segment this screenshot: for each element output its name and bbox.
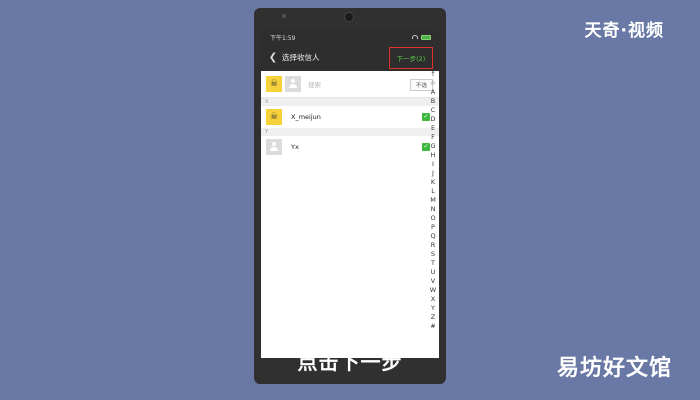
- contact-name: X_meijun: [291, 113, 321, 121]
- index-letter[interactable]: R: [431, 241, 436, 250]
- status-time: 下午1:59: [270, 34, 296, 42]
- index-letter[interactable]: K: [431, 178, 435, 187]
- avatar: ☠: [266, 109, 282, 125]
- index-letter[interactable]: T: [431, 259, 435, 268]
- index-letter[interactable]: F: [431, 133, 435, 142]
- top-bar: ❮ 选择收信人 下一步(2): [261, 44, 439, 71]
- search-input[interactable]: 搜索: [308, 79, 321, 89]
- avatar: [266, 139, 282, 155]
- index-letter[interactable]: H: [431, 151, 436, 160]
- index-letter[interactable]: A: [431, 88, 435, 97]
- front-camera: [344, 12, 354, 22]
- index-letter[interactable]: U: [431, 268, 436, 277]
- next-step-button[interactable]: 下一步(2): [389, 47, 433, 69]
- index-letter[interactable]: L: [431, 187, 435, 196]
- index-letter[interactable]: I: [432, 160, 434, 169]
- index-letter[interactable]: ↑: [430, 70, 435, 79]
- index-letter[interactable]: J: [432, 169, 434, 178]
- phone-frame: 下午1:59 ❮ 选择收信人 下一步(2) ☠ 搜索 不选 X ☠ X_meij…: [254, 8, 446, 384]
- index-letter[interactable]: P: [431, 223, 435, 232]
- alphabet-index[interactable]: ↑ ☆ A B C D E F G H I J K L M N O P Q R S T U V W X Y Z #: [429, 70, 437, 331]
- avatar-glyph-icon: ☠: [269, 79, 279, 89]
- index-letter[interactable]: ☆: [430, 79, 436, 88]
- index-letter[interactable]: Y: [431, 304, 435, 313]
- person-icon: [288, 79, 298, 89]
- index-letter[interactable]: D: [430, 115, 435, 124]
- index-letter[interactable]: Z: [431, 313, 435, 322]
- index-letter[interactable]: V: [431, 277, 435, 286]
- index-letter[interactable]: O: [430, 214, 435, 223]
- index-letter[interactable]: S: [431, 250, 435, 259]
- index-letter[interactable]: E: [431, 124, 435, 133]
- index-letter[interactable]: G: [430, 142, 435, 151]
- watermark-bottom: 易坊好文馆: [556, 356, 672, 381]
- index-letter[interactable]: W: [430, 286, 436, 295]
- phone-screen: 下午1:59 ❮ 选择收信人 下一步(2) ☠ 搜索 不选 X ☠ X_meij…: [261, 30, 439, 358]
- index-letter[interactable]: C: [431, 106, 436, 115]
- index-letter[interactable]: Q: [430, 232, 435, 241]
- index-letter[interactable]: X: [431, 295, 435, 304]
- sensor-dot: [282, 14, 286, 18]
- group-header-y: Y: [261, 128, 439, 136]
- battery-icon: [421, 34, 431, 40]
- selected-avatar-yx[interactable]: [285, 76, 301, 92]
- contact-name: Yx: [291, 143, 299, 151]
- index-letter[interactable]: N: [431, 205, 436, 214]
- status-bar: 下午1:59: [261, 30, 439, 44]
- contact-row-x-meijun[interactable]: ☠ X_meijun ✓: [261, 106, 439, 128]
- watermark-top: 天奇·视频: [584, 21, 664, 41]
- index-letter[interactable]: #: [430, 322, 435, 331]
- search-row: ☠ 搜索 不选: [261, 71, 439, 98]
- group-header-x: X: [261, 98, 439, 106]
- index-letter[interactable]: B: [431, 97, 435, 106]
- contact-row-yx[interactable]: Yx ✓: [261, 136, 439, 158]
- wifi-icon: [412, 35, 418, 39]
- chevron-left-icon[interactable]: ❮: [261, 52, 279, 63]
- status-icons: [412, 34, 431, 40]
- person-icon: [269, 142, 279, 152]
- index-letter[interactable]: M: [430, 196, 436, 205]
- selected-avatar-x-meijun[interactable]: ☠: [266, 76, 282, 92]
- avatar-glyph-icon: ☠: [269, 112, 279, 122]
- page-title: 选择收信人: [282, 53, 320, 62]
